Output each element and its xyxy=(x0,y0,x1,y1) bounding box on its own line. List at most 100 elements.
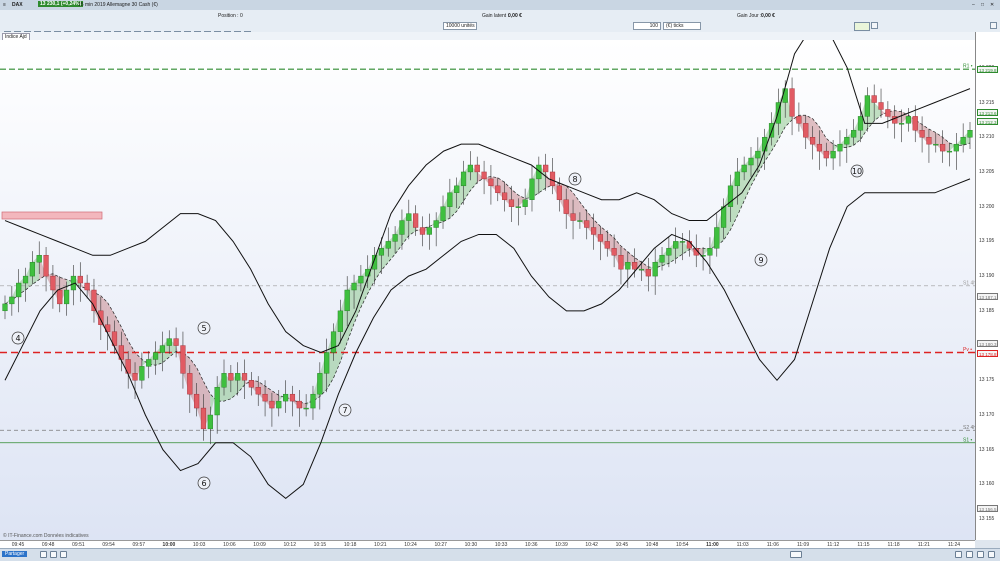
candle-body[interactable] xyxy=(262,393,268,402)
candle-body[interactable] xyxy=(351,282,357,291)
scrollbar-thumb[interactable] xyxy=(790,551,802,558)
candle-body[interactable] xyxy=(283,393,289,402)
candle-body[interactable] xyxy=(515,206,521,208)
candle-body[interactable] xyxy=(303,407,309,410)
candle-body[interactable] xyxy=(885,109,891,117)
candle-body[interactable] xyxy=(638,268,645,271)
candle-body[interactable] xyxy=(460,171,467,187)
candle-body[interactable] xyxy=(679,241,686,243)
candle-body[interactable] xyxy=(440,206,446,221)
candle-body[interactable] xyxy=(590,227,597,235)
candle-body[interactable] xyxy=(823,150,829,159)
candle-body[interactable] xyxy=(960,137,966,145)
candle-body[interactable] xyxy=(652,262,658,277)
maximize-icon[interactable]: □ xyxy=(981,2,984,8)
close-icon[interactable]: ✕ xyxy=(990,2,994,8)
units-field[interactable]: 10000 unités xyxy=(443,22,477,30)
candle-body[interactable] xyxy=(371,255,378,270)
candle-body[interactable] xyxy=(317,373,323,395)
candle-body[interactable] xyxy=(953,143,959,152)
candle-body[interactable] xyxy=(50,275,56,291)
share-button[interactable]: Partager xyxy=(2,551,28,557)
candle-body[interactable] xyxy=(447,192,453,207)
candle-body[interactable] xyxy=(159,345,166,353)
candle-body[interactable] xyxy=(659,255,665,263)
candle-body[interactable] xyxy=(946,150,953,153)
candle-body[interactable] xyxy=(789,88,795,117)
candle-body[interactable] xyxy=(146,359,152,367)
candle-body[interactable] xyxy=(77,275,83,284)
candle-body[interactable] xyxy=(180,345,186,374)
candle-body[interactable] xyxy=(748,157,754,166)
candle-body[interactable] xyxy=(474,164,480,173)
candle-body[interactable] xyxy=(707,248,713,256)
candle-body[interactable] xyxy=(837,143,843,152)
candle-body[interactable] xyxy=(809,137,816,145)
candle-body[interactable] xyxy=(734,171,740,187)
candle-body[interactable] xyxy=(200,407,207,430)
candle-body[interactable] xyxy=(618,255,624,270)
candle-body[interactable] xyxy=(830,150,836,159)
candle-body[interactable] xyxy=(502,192,508,200)
candle-body[interactable] xyxy=(604,241,610,249)
candle-body[interactable] xyxy=(221,373,227,388)
candle-body[interactable] xyxy=(84,282,90,291)
candle-body[interactable] xyxy=(228,373,234,381)
settings-icon[interactable] xyxy=(990,22,997,29)
play-icon[interactable] xyxy=(60,551,67,558)
zoom-out-icon[interactable] xyxy=(966,551,973,558)
candle-body[interactable] xyxy=(529,178,535,200)
candle-body[interactable] xyxy=(912,116,918,131)
candle-body[interactable] xyxy=(419,227,426,235)
fit-icon[interactable] xyxy=(977,551,984,558)
candle-body[interactable] xyxy=(645,268,651,277)
candle-body[interactable] xyxy=(803,123,809,138)
candle-body[interactable] xyxy=(194,393,200,409)
candle-body[interactable] xyxy=(762,137,768,152)
candle-body[interactable] xyxy=(844,137,850,145)
candle-body[interactable] xyxy=(296,400,302,409)
candle-body[interactable] xyxy=(782,88,788,103)
candle-body[interactable] xyxy=(337,310,343,332)
chart-type-icon[interactable] xyxy=(854,22,870,31)
candle-body[interactable] xyxy=(9,296,15,305)
price-chart[interactable]: R1 • S1 4h Pv • S2 4h S1 • 4 5 6 7 8 9 10 xyxy=(0,40,975,540)
menu-icon[interactable]: ≡ xyxy=(3,2,6,8)
record-icon[interactable] xyxy=(40,551,47,558)
quantity-field[interactable]: 100 xyxy=(633,22,661,30)
candle-body[interactable] xyxy=(173,338,179,346)
candle-body[interactable] xyxy=(898,123,905,125)
candle-body[interactable] xyxy=(57,289,63,305)
highlight-zone[interactable] xyxy=(1,211,103,220)
candle-body[interactable] xyxy=(276,400,282,409)
candle-body[interactable] xyxy=(495,185,501,193)
candle-body[interactable] xyxy=(871,95,877,103)
candle-body[interactable] xyxy=(919,130,925,138)
candle-body[interactable] xyxy=(330,331,337,353)
chevron-down-icon[interactable] xyxy=(871,22,878,29)
candle-body[interactable] xyxy=(933,143,939,146)
candle-body[interactable] xyxy=(406,213,412,221)
candle-body[interactable] xyxy=(967,130,973,138)
candle-body[interactable] xyxy=(310,393,316,409)
candle-body[interactable] xyxy=(91,289,97,312)
candle-body[interactable] xyxy=(2,303,8,312)
minimize-icon[interactable]: – xyxy=(972,2,975,8)
candle-body[interactable] xyxy=(577,220,583,222)
candle-body[interactable] xyxy=(467,164,473,173)
candle-body[interactable] xyxy=(488,178,494,187)
candle-body[interactable] xyxy=(570,213,576,221)
candle-body[interactable] xyxy=(152,352,159,360)
candle-body[interactable] xyxy=(549,171,556,187)
candle-body[interactable] xyxy=(543,164,549,173)
candle-body[interactable] xyxy=(22,275,29,284)
candle-body[interactable] xyxy=(666,248,672,256)
candle-body[interactable] xyxy=(632,262,638,270)
candle-body[interactable] xyxy=(413,213,419,228)
candle-body[interactable] xyxy=(522,199,528,207)
candle-body[interactable] xyxy=(673,241,679,249)
candle-body[interactable] xyxy=(36,255,42,263)
candle-body[interactable] xyxy=(851,130,857,138)
candle-body[interactable] xyxy=(454,185,460,193)
candle-body[interactable] xyxy=(207,414,213,430)
